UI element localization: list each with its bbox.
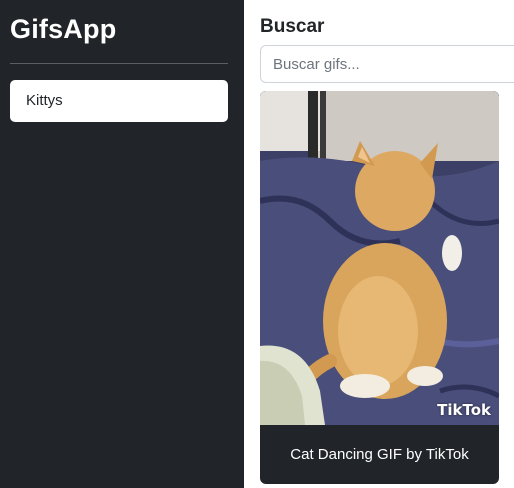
gif-card[interactable]: TikTok Cat Dancing GIF by TikTok xyxy=(260,91,499,484)
sidebar: GifsApp Kittys xyxy=(0,0,244,488)
app-root: GifsApp Kittys Buscar Buscar gifs... Tik… xyxy=(0,0,514,488)
gif-image[interactable]: TikTok xyxy=(260,91,499,425)
cat-gif-illustration xyxy=(260,91,499,425)
tiktok-watermark: TikTok xyxy=(437,401,491,419)
sidebar-divider xyxy=(10,63,228,64)
app-title: GifsApp xyxy=(10,14,117,44)
gif-title: Cat Dancing GIF by TikTok xyxy=(290,446,469,463)
history-item-kittys[interactable]: Kittys xyxy=(10,80,228,122)
search-heading: Buscar xyxy=(260,16,325,37)
main-content: Buscar Buscar gifs... TikTok Cat Dancing… xyxy=(244,0,514,488)
search-input[interactable] xyxy=(260,45,514,83)
